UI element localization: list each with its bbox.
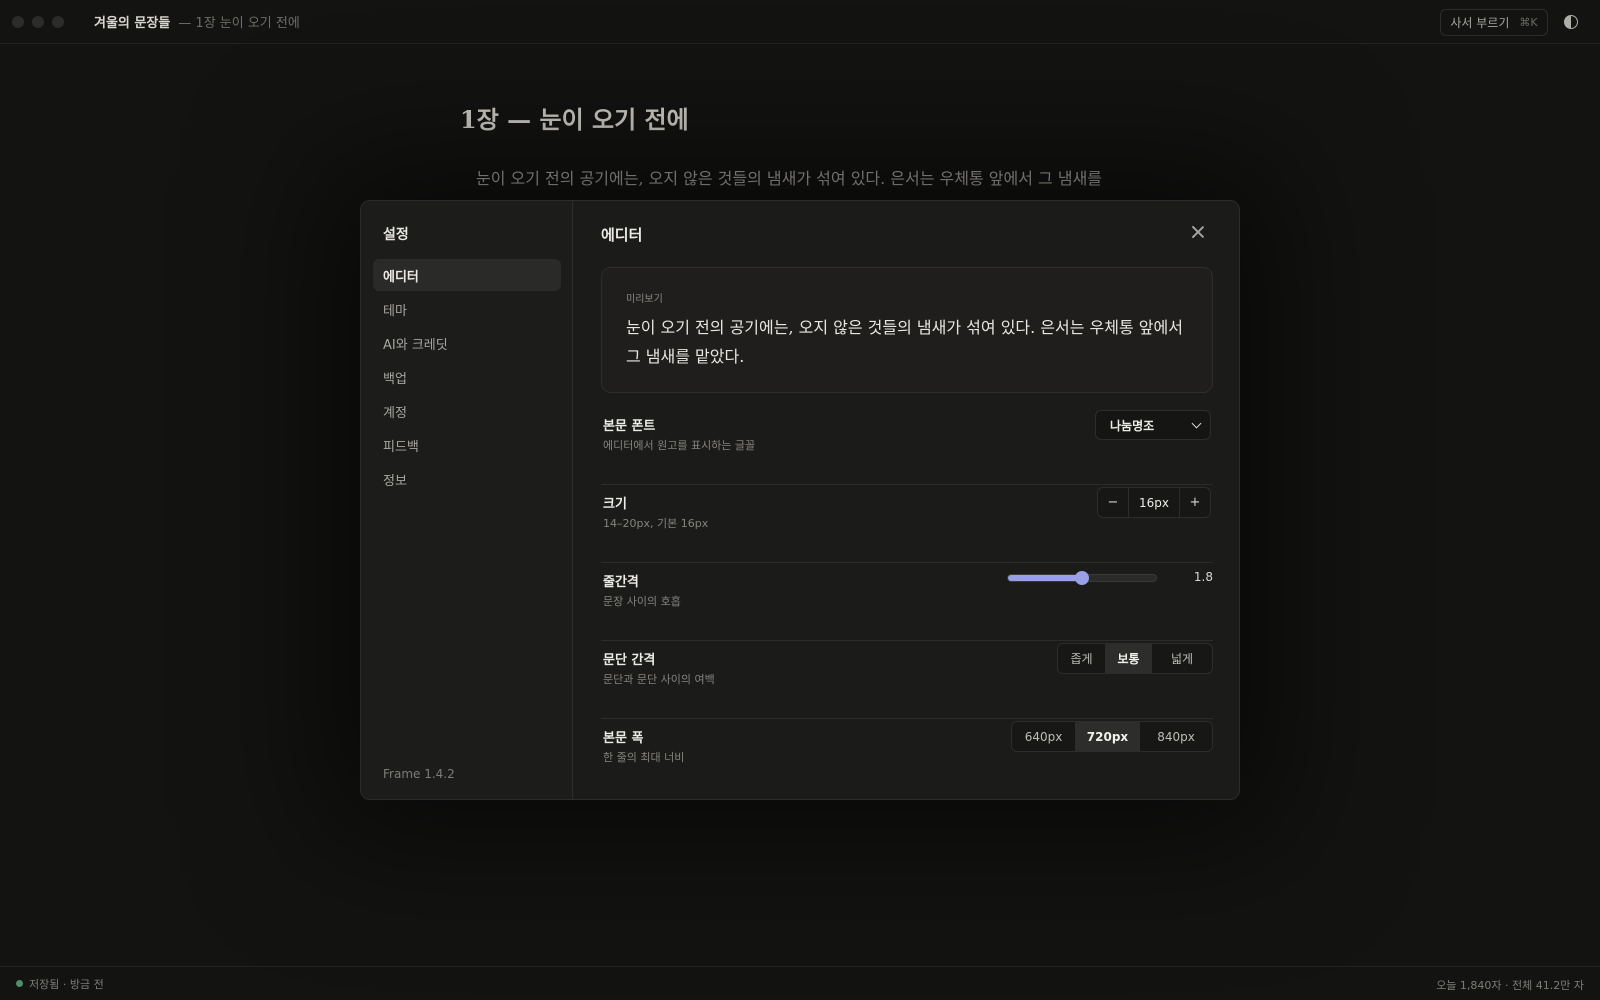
zoom-window-button[interactable] xyxy=(52,15,64,28)
chapter-paragraph: 눈이 오기 전의 공기에는, 오지 않은 것들의 냄새가 섞여 있다. 은서는 … xyxy=(476,169,1103,188)
line-height-label: 줄간격 xyxy=(603,575,639,590)
document-title: 겨울의 문장들 xyxy=(94,16,171,31)
content-width-label: 본문 폭 xyxy=(603,731,644,746)
width-option-840[interactable]: 840px xyxy=(1140,722,1212,751)
line-height-slider[interactable] xyxy=(1007,571,1157,585)
size-label: 크기 xyxy=(603,497,627,512)
line-height-description: 문장 사이의 호흡 xyxy=(603,595,681,608)
slider-thumb[interactable] xyxy=(1075,571,1089,585)
sidebar-item-account[interactable]: 계정 xyxy=(373,395,561,427)
font-setting-row: 본문 폰트 에디터에서 원고를 표시하는 글꼴 나눔명조 xyxy=(601,407,1213,485)
size-value[interactable]: 16px xyxy=(1128,488,1180,517)
size-setting-row: 크기 14–20px, 기본 16px − 16px + xyxy=(601,485,1213,563)
theme-toggle-icon[interactable] xyxy=(1564,15,1578,29)
paragraph-spacing-description: 문단과 문단 사이의 여백 xyxy=(603,673,715,686)
preview-text: 눈이 오기 전의 공기에는, 오지 않은 것들의 냄새가 섞여 있다. 은서는 … xyxy=(626,318,1183,366)
chevron-down-icon xyxy=(1191,418,1202,429)
sidebar-item-feedback[interactable]: 피드백 xyxy=(373,429,561,461)
settings-title: 설정 xyxy=(383,227,409,243)
sidebar-item-editor[interactable]: 에디터 xyxy=(373,259,561,291)
settings-modal: 설정 에디터 테마 AI와 크레딧 백업 계정 피드백 정보 Frame 1.4… xyxy=(360,200,1240,800)
sidebar-item-theme[interactable]: 테마 xyxy=(373,293,561,325)
size-description: 14–20px, 기본 16px xyxy=(603,517,709,530)
font-description: 에디터에서 원고를 표시하는 글꼴 xyxy=(603,439,756,452)
close-window-button[interactable] xyxy=(12,15,24,28)
line-height-setting-row: 줄간격 문장 사이의 호흡 1.8 xyxy=(601,563,1213,641)
minimize-window-button[interactable] xyxy=(32,15,44,28)
saved-status-icon xyxy=(16,980,23,987)
word-count: 오늘 1,840자 · 전체 41.2만 자 xyxy=(1436,979,1584,992)
paragraph-spacing-toggle: 좁게 보통 넓게 xyxy=(1057,643,1213,674)
spacing-option-normal[interactable]: 보통 xyxy=(1106,644,1152,673)
content-width-toggle: 640px 720px 840px xyxy=(1011,721,1213,752)
width-option-720[interactable]: 720px xyxy=(1076,722,1140,751)
font-label: 본문 폰트 xyxy=(603,419,656,434)
sidebar-item-backup[interactable]: 백업 xyxy=(373,361,561,393)
title-bar: 겨울의 문장들 — 1장 눈이 오기 전에 사서 부르기 ⌘K xyxy=(0,0,1600,44)
section-title: 에디터 xyxy=(601,226,643,244)
spacing-option-narrow[interactable]: 좁게 xyxy=(1058,644,1106,673)
window-controls xyxy=(12,15,64,28)
slider-fill xyxy=(1008,575,1082,581)
sidebar-item-ai-credits[interactable]: AI와 크레딧 xyxy=(373,327,561,359)
status-bar: 저장됨 · 방금 전 오늘 1,840자 · 전체 41.2만 자 xyxy=(0,966,1600,1000)
app-version: Frame 1.4.2 xyxy=(383,767,455,781)
document-chapter: — 1장 눈이 오기 전에 xyxy=(178,16,300,31)
dictionary-button-label: 사서 부르기 xyxy=(1450,16,1510,30)
chapter-heading: 1장 — 눈이 오기 전에 xyxy=(460,105,689,134)
size-stepper: − 16px + xyxy=(1097,487,1211,518)
preview-label: 미리보기 xyxy=(626,294,663,305)
save-status: 저장됨 · 방금 전 xyxy=(29,977,104,991)
size-increment-button[interactable]: + xyxy=(1180,488,1210,517)
spacing-option-wide[interactable]: 넓게 xyxy=(1152,644,1212,673)
font-select-value: 나눔명조 xyxy=(1110,418,1155,433)
size-decrement-button[interactable]: − xyxy=(1098,488,1128,517)
preview-card: 미리보기 눈이 오기 전의 공기에는, 오지 않은 것들의 냄새가 섞여 있다.… xyxy=(601,267,1213,393)
paragraph-spacing-label: 문단 간격 xyxy=(603,653,656,668)
settings-sidebar: 설정 에디터 테마 AI와 크레딧 백업 계정 피드백 정보 Frame 1.4… xyxy=(361,201,573,799)
settings-content: 에디터 미리보기 눈이 오기 전의 공기에는, 오지 않은 것들의 냄새가 섞여… xyxy=(573,201,1239,799)
font-select[interactable]: 나눔명조 xyxy=(1095,410,1211,440)
paragraph-spacing-setting-row: 문단 간격 문단과 문단 사이의 여백 좁게 보통 넓게 xyxy=(601,641,1213,719)
dictionary-shortcut: ⌘K xyxy=(1519,16,1538,29)
width-option-640[interactable]: 640px xyxy=(1012,722,1076,751)
sidebar-item-about[interactable]: 정보 xyxy=(373,463,561,495)
content-width-setting-row: 본문 폭 한 줄의 최대 너비 640px 720px 840px xyxy=(601,719,1213,797)
close-icon[interactable] xyxy=(1191,225,1205,239)
content-width-description: 한 줄의 최대 너비 xyxy=(603,751,685,764)
dictionary-button[interactable]: 사서 부르기 ⌘K xyxy=(1440,9,1548,36)
settings-nav: 에디터 테마 AI와 크레딧 백업 계정 피드백 정보 xyxy=(373,259,561,497)
line-height-value: 1.8 xyxy=(1193,570,1213,584)
